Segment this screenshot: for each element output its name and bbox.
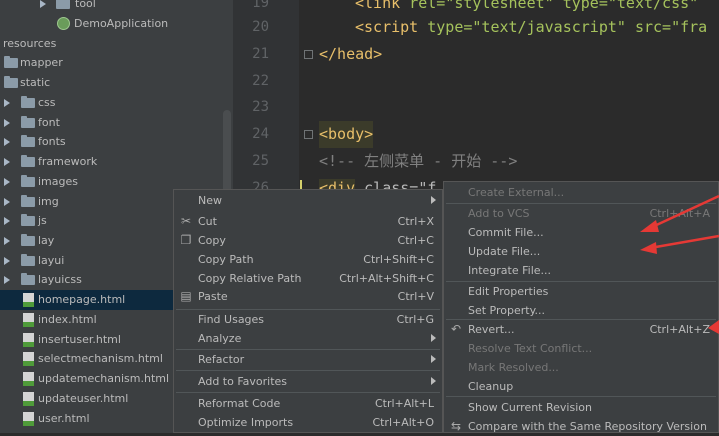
menu-item-edit-properties[interactable]: Edit Properties xyxy=(444,282,718,301)
submenu-arrow-icon xyxy=(431,377,436,385)
menu-item-cut[interactable]: ✂ Cut Ctrl+X xyxy=(174,212,442,231)
expand-arrow-icon[interactable] xyxy=(4,237,10,245)
menu-item-resolve-text-conflict[interactable]: Resolve Text Conflict... xyxy=(444,339,718,358)
submenu-arrow-icon xyxy=(431,355,436,363)
html-file-icon xyxy=(23,313,34,327)
menu-item-optimize-imports[interactable]: Optimize Imports Ctrl+Alt+O xyxy=(174,413,442,432)
tree-item-static[interactable]: static xyxy=(0,73,233,93)
html-file-icon xyxy=(23,412,34,426)
line-number: 24 xyxy=(252,126,269,142)
folder-icon xyxy=(21,214,35,226)
menu-item-revert[interactable]: ↶ Revert... Ctrl+Alt+Z xyxy=(444,320,718,339)
menu-item-analyze[interactable]: Analyze xyxy=(174,329,442,348)
tree-item-tool[interactable]: tool xyxy=(0,0,233,14)
folder-icon xyxy=(21,273,35,285)
folder-icon xyxy=(21,96,35,108)
folder-icon xyxy=(21,155,35,167)
menu-item-show-current-revision[interactable]: Show Current Revision xyxy=(444,398,718,417)
tree-item-resources[interactable]: resources xyxy=(0,34,233,54)
menu-separator xyxy=(176,370,440,371)
menu-item-paste[interactable]: ▤ Paste Ctrl+V xyxy=(174,287,442,306)
line-number: 20 xyxy=(252,19,269,35)
html-file-icon xyxy=(23,392,34,406)
folder-icon xyxy=(21,234,35,246)
submenu-arrow-icon xyxy=(431,334,436,342)
copy-icon: ❐ xyxy=(180,233,192,247)
compare-icon: ⇆ xyxy=(450,419,462,433)
tree-item-mapper[interactable]: mapper xyxy=(0,53,233,73)
menu-item-update-file[interactable]: Update File... xyxy=(444,242,718,261)
menu-item-refactor[interactable]: Refactor xyxy=(174,350,442,369)
tree-item-css[interactable]: css xyxy=(0,93,233,113)
folder-icon xyxy=(21,116,35,128)
vcs-submenu: Create External... Add to VCS Ctrl+Alt+A … xyxy=(443,181,719,433)
expand-arrow-icon[interactable] xyxy=(4,217,10,225)
menu-item-cleanup[interactable]: Cleanup xyxy=(444,377,718,396)
menu-item-find-usages[interactable]: Find Usages Ctrl+G xyxy=(174,310,442,329)
expand-arrow-icon[interactable] xyxy=(4,178,10,186)
line-number: 22 xyxy=(252,73,269,89)
expand-arrow-icon[interactable] xyxy=(40,0,46,8)
html-file-icon xyxy=(23,352,34,366)
menu-item-set-property[interactable]: Set Property... xyxy=(444,301,718,320)
menu-item-compare-with-repository-version[interactable]: ⇆ Compare with the Same Repository Versi… xyxy=(444,417,718,436)
folder-icon xyxy=(21,175,35,187)
line-number: 21 xyxy=(252,46,269,62)
folder-icon xyxy=(4,56,18,68)
html-file-icon xyxy=(23,293,34,307)
expand-arrow-icon[interactable] xyxy=(4,158,10,166)
menu-item-commit-file[interactable]: Commit File... xyxy=(444,223,718,242)
tree-item-demoapplication[interactable]: DemoApplication xyxy=(0,14,233,34)
folder-icon xyxy=(21,135,35,147)
code-line: <script type="text/javascript" src="fra xyxy=(355,18,708,36)
scissors-icon: ✂ xyxy=(180,214,192,228)
code-line: <!-- 左侧菜单 - 开始 --> xyxy=(319,152,518,170)
expand-arrow-icon[interactable] xyxy=(4,257,10,265)
paste-icon: ▤ xyxy=(180,289,192,303)
html-file-icon xyxy=(23,333,34,347)
expand-arrow-icon[interactable] xyxy=(4,276,10,284)
expand-arrow-icon[interactable] xyxy=(4,99,10,107)
menu-item-add-to-favorites[interactable]: Add to Favorites xyxy=(174,372,442,391)
menu-item-mark-resolved[interactable]: Mark Resolved... xyxy=(444,358,718,377)
menu-item-copy-path[interactable]: Copy Path Ctrl+Shift+C xyxy=(174,250,442,269)
folder-icon xyxy=(21,195,35,207)
line-number: 25 xyxy=(252,153,269,169)
code-line: </head> xyxy=(319,45,383,63)
spring-class-icon xyxy=(57,17,70,30)
context-menu: New ✂ Cut Ctrl+X ❐ Copy Ctrl+C Copy Path Ct… xyxy=(173,189,443,433)
folder-icon xyxy=(21,254,35,266)
menu-item-add-to-vcs[interactable]: Add to VCS Ctrl+Alt+A xyxy=(444,204,718,223)
tree-item-fonts[interactable]: fonts xyxy=(0,132,233,152)
tree-item-font[interactable]: font xyxy=(0,113,233,133)
expand-arrow-icon[interactable] xyxy=(4,198,10,206)
menu-item-copy[interactable]: ❐ Copy Ctrl+C xyxy=(174,231,442,250)
menu-separator xyxy=(446,396,716,397)
tree-item-framework[interactable]: framework xyxy=(0,152,233,172)
menu-item-reformat-code[interactable]: Reformat Code Ctrl+Alt+L xyxy=(174,394,442,413)
menu-item-new[interactable]: New xyxy=(174,191,442,210)
submenu-arrow-icon xyxy=(431,196,436,204)
menu-separator xyxy=(176,392,440,393)
folder-icon xyxy=(56,0,70,9)
html-file-icon xyxy=(23,372,34,386)
revert-icon: ↶ xyxy=(450,322,462,336)
menu-item-create-external[interactable]: Create External... xyxy=(444,183,718,202)
expand-arrow-icon[interactable] xyxy=(4,119,10,127)
menu-item-copy-relative-path[interactable]: Copy Relative Path Ctrl+Alt+Shift+C xyxy=(174,269,442,288)
menu-item-integrate-file[interactable]: Integrate File... xyxy=(444,261,718,280)
expand-arrow-icon[interactable] xyxy=(4,138,10,146)
line-number: 23 xyxy=(252,99,269,115)
folder-icon xyxy=(4,76,18,88)
code-line: <body> xyxy=(319,121,374,148)
